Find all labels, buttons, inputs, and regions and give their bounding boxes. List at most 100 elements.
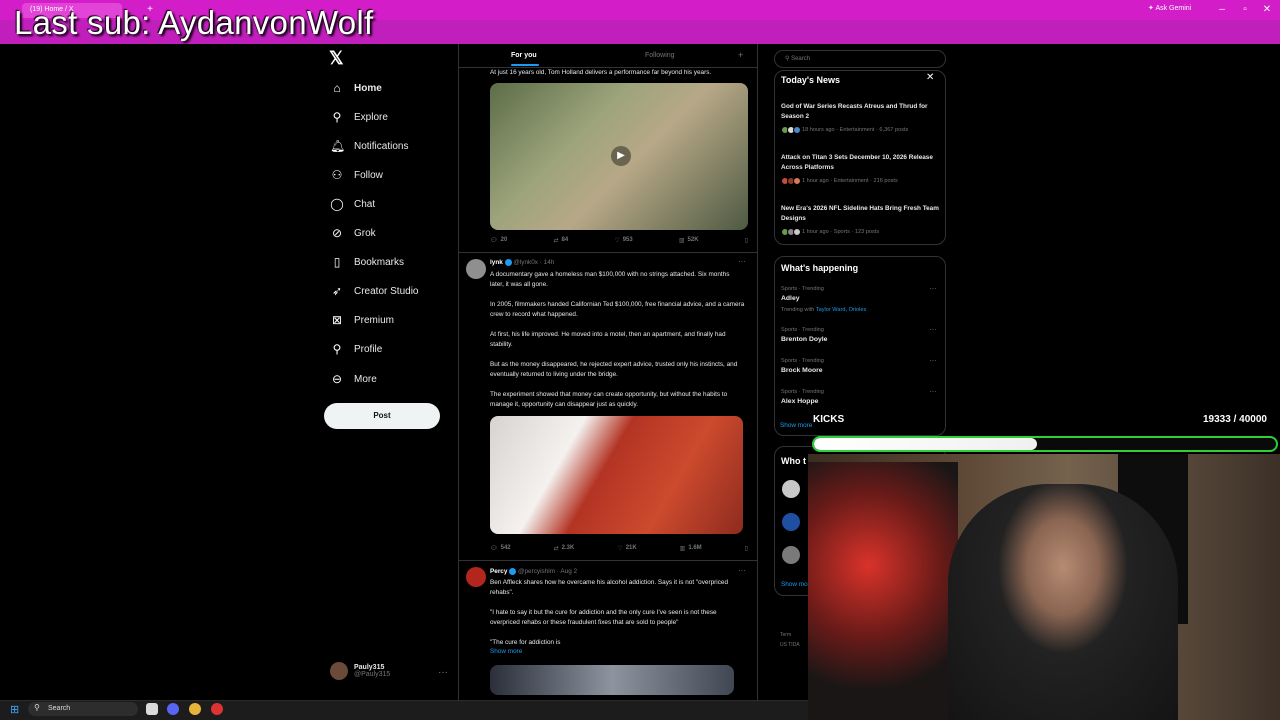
task-view-icon[interactable] [146,703,158,715]
author-name[interactable]: lynk [490,259,503,266]
nav-item-follow[interactable]: ⚇ Follow [330,164,383,186]
show-more-link[interactable]: Show mo [781,581,808,588]
nav-item-label: Chat [354,198,376,210]
tab-for-you[interactable]: For you [511,52,537,59]
news-item-meta: 18 hours ago · Entertainment · 6,367 pos… [781,126,908,134]
more-icon[interactable]: ··· [929,284,937,293]
post-actions: 💬︎ 542 ⇄ 2.3K ♡ 21K ▥ 1.6M ▯ [490,545,748,552]
post-image[interactable] [490,665,734,695]
bookmark-icon: ▯ [333,255,341,269]
news-item-meta: 1 hour ago · Sports · 123 posts [781,228,879,236]
post-header: Percy @percyishim · Aug 2 [490,568,578,576]
avatar[interactable] [466,567,486,587]
account-switcher[interactable]: Pauly315 @Pauly315 [330,662,390,680]
panel-title: Today's News [781,75,840,85]
nav-item-label: Bookmarks [354,256,405,268]
trend-name[interactable]: Adley [781,295,800,302]
show-more-link[interactable]: Show more [490,648,522,655]
discord-icon[interactable] [167,703,179,715]
post-video[interactable] [490,416,743,534]
trend-category: Sports · Trending [781,286,824,292]
like-button[interactable]: ♡ 21K [617,545,636,552]
close-icon[interactable]: ✕ [1260,3,1274,17]
like-count: 953 [622,237,633,243]
repost-count: 84 [561,237,569,243]
post-paragraph: "I hate to say it but the cure for addic… [490,609,717,626]
nav-item-label: Home [354,82,382,94]
taskbar-search-input[interactable]: Search [28,702,138,716]
footer-link[interactable]: Term [780,630,800,640]
x-logo-icon[interactable]: 𝕏 [329,48,344,69]
close-icon[interactable]: ✕ [926,72,934,83]
post-time[interactable]: 14h [544,259,555,266]
maximize-icon[interactable]: ▫ [1238,3,1252,17]
repost-button[interactable]: ⇄ 2.3K [554,545,575,552]
footer-link[interactable]: US TIDA [780,640,800,650]
more-icon[interactable]: ··· [929,387,937,396]
trend-name[interactable]: Alex Hoppe [781,398,818,405]
nav-item-label: Premium [354,314,395,326]
nav-item-chat[interactable]: ◯ Chat [330,193,375,215]
play-icon[interactable]: ▶ [611,146,631,166]
author-handle[interactable]: @lynk0x [513,259,538,266]
post-text: At just 16 years old, Tom Holland delive… [490,69,712,76]
show-more-link[interactable]: Show more [780,422,812,429]
post-header: lynk @lynk0x · 14h [490,259,555,267]
views-button[interactable]: ▥ 1.6M [680,545,702,552]
trend-related-links[interactable]: Taylor Ward, Orioles [816,307,866,313]
add-feed-icon[interactable]: + [738,50,743,60]
post-paragraph: In 2005, filmmakers handed Californian T… [490,301,745,318]
nav-item-label: Follow [354,169,383,181]
minimize-icon[interactable]: – [1215,3,1229,17]
account-more-icon[interactable]: ··· [438,667,448,678]
nav-item-explore[interactable]: ⚲ Explore [330,106,388,128]
nav-item-bookmarks[interactable]: ▯ Bookmarks [330,251,404,273]
avatar[interactable] [782,513,800,531]
avatar[interactable] [782,546,800,564]
trend-name[interactable]: Brock Moore [781,367,823,374]
like-button[interactable]: ♡ 953 [614,237,632,244]
more-icon[interactable]: ··· [929,325,937,334]
nav-item-creator-studio[interactable]: ➶ Creator Studio [330,280,419,302]
webcam-poster [808,462,958,720]
more-icon[interactable]: ··· [929,356,937,365]
verified-badge-icon [509,568,517,575]
author-name[interactable]: Percy [490,568,507,575]
search-input[interactable]: ⚲ Search [774,50,946,68]
nav-item-home[interactable]: ⌂ Home [330,77,382,99]
post-button[interactable]: Post [324,403,440,429]
chrome-icon[interactable] [189,703,201,715]
app-icon[interactable] [211,703,223,715]
avatar[interactable] [466,259,486,279]
news-item-title[interactable]: God of War Series Recasts Atreus and Thr… [781,102,941,122]
tab-following[interactable]: Following [645,52,675,59]
person-add-icon: ⚇ [331,168,343,182]
nav-item-premium[interactable]: ⊠ Premium [330,309,394,331]
more-icon[interactable]: ··· [738,257,746,266]
nav-item-grok[interactable]: ⊘ Grok [330,222,376,244]
news-meta-text: 1 hour ago · Entertainment · 216 posts [802,178,898,184]
bookmark-icon[interactable]: ▯ [745,237,748,244]
views-button[interactable]: ▥ 52K [679,237,699,244]
trend-name[interactable]: Brenton Doyle [781,336,827,343]
windows-start-icon[interactable]: ⊞ [10,703,19,716]
ask-gemini-button[interactable]: ✦ Ask Gemini [1148,4,1191,12]
reply-button[interactable]: 💬︎ 542 [490,545,511,552]
news-item-title[interactable]: New Era's 2026 NFL Sideline Hats Bring F… [781,204,941,224]
avatar[interactable] [782,480,800,498]
active-tab-indicator [511,64,539,66]
post-time[interactable]: Aug 2 [560,568,577,575]
more-icon[interactable]: ··· [738,566,746,575]
kicks-goal-progress-bar [812,436,1278,452]
verified-badge-icon [504,259,512,266]
repost-count: 2.3K [561,545,575,551]
news-item-title[interactable]: Attack on Titan 3 Sets December 10, 2026… [781,153,941,173]
nav-item-profile[interactable]: ⚲ Profile [330,338,383,360]
repost-button[interactable]: ⇄ 84 [553,237,568,244]
post-paragraph: The experiment showed that money can cre… [490,391,728,408]
nav-item-notifications[interactable]: 🔔︎ Notifications [330,135,408,157]
reply-button[interactable]: 💬︎ 20 [490,237,507,244]
bookmark-icon[interactable]: ▯ [745,545,748,552]
nav-item-more[interactable]: ⊖ More [330,368,377,390]
author-handle[interactable]: @percyishim [518,568,555,575]
